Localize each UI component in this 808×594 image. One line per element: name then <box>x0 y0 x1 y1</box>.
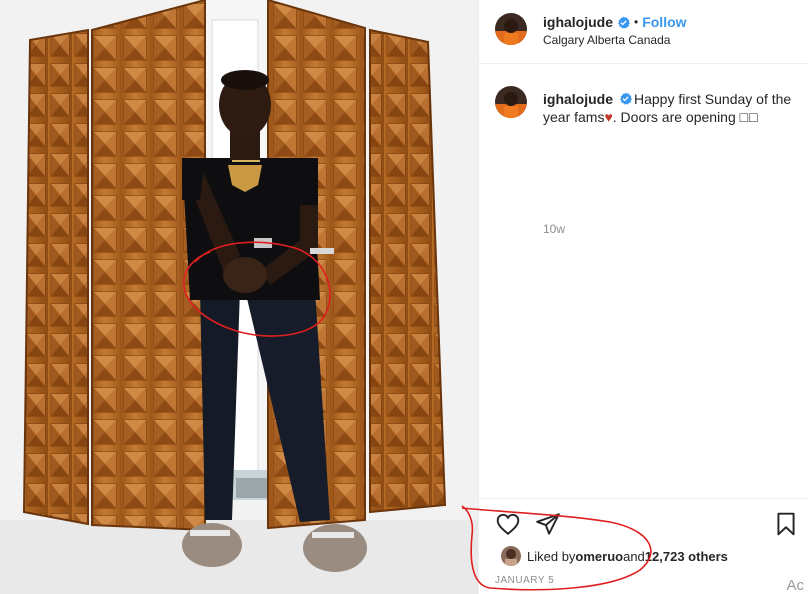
paper-plane-icon[interactable] <box>535 511 561 537</box>
avatar-image <box>495 13 527 45</box>
heart-outline-icon[interactable] <box>495 511 521 537</box>
heart-emoji-icon: ♥ <box>604 109 613 125</box>
post-header: ighalojude • Follow Calgary Alberta Cana… <box>479 0 808 64</box>
follow-button[interactable]: Follow <box>642 14 686 30</box>
likes-and: and <box>623 548 645 564</box>
corner-watermark-text: Ac <box>786 577 804 594</box>
separator-dot: • <box>634 15 639 29</box>
likes-prefix: Liked by <box>527 548 576 564</box>
caption-section: ighalojude Happy first Sunday of the yea… <box>479 64 808 236</box>
caption-time-ago[interactable]: 10w <box>543 222 565 236</box>
post-photo[interactable] <box>0 0 478 594</box>
liker-avatar[interactable] <box>501 546 521 566</box>
post-date[interactable]: JANUARY 5 <box>495 575 554 586</box>
author-avatar[interactable] <box>495 13 527 45</box>
photo-illustration <box>0 0 478 594</box>
caption-text: ighalojude Happy first Sunday of the yea… <box>543 90 795 126</box>
caption-body-rest: . Doors are opening <box>612 109 740 125</box>
likes-count-link[interactable]: 12,723 others <box>645 549 728 564</box>
likes-summary: Liked by omeruo and 12,723 others <box>501 546 728 566</box>
post-sidebar: ighalojude • Follow Calgary Alberta Cana… <box>478 0 808 594</box>
action-bar: Liked by omeruo and 12,723 others JANUAR… <box>479 498 808 594</box>
post-location[interactable]: Calgary Alberta Canada <box>543 33 670 47</box>
caption-emoji-boxes: □□ <box>739 109 759 125</box>
avatar-image <box>501 546 521 566</box>
caption-author-avatar[interactable] <box>495 86 527 118</box>
verified-badge-icon <box>620 92 632 105</box>
avatar-image <box>495 86 527 118</box>
verified-badge-icon <box>618 15 630 29</box>
header-name-row: ighalojude • Follow <box>543 14 687 30</box>
bookmark-icon[interactable] <box>773 511 799 537</box>
author-username[interactable]: ighalojude <box>543 14 613 30</box>
caption-username[interactable]: ighalojude <box>543 91 613 107</box>
liker-username[interactable]: omeruo <box>575 549 623 564</box>
